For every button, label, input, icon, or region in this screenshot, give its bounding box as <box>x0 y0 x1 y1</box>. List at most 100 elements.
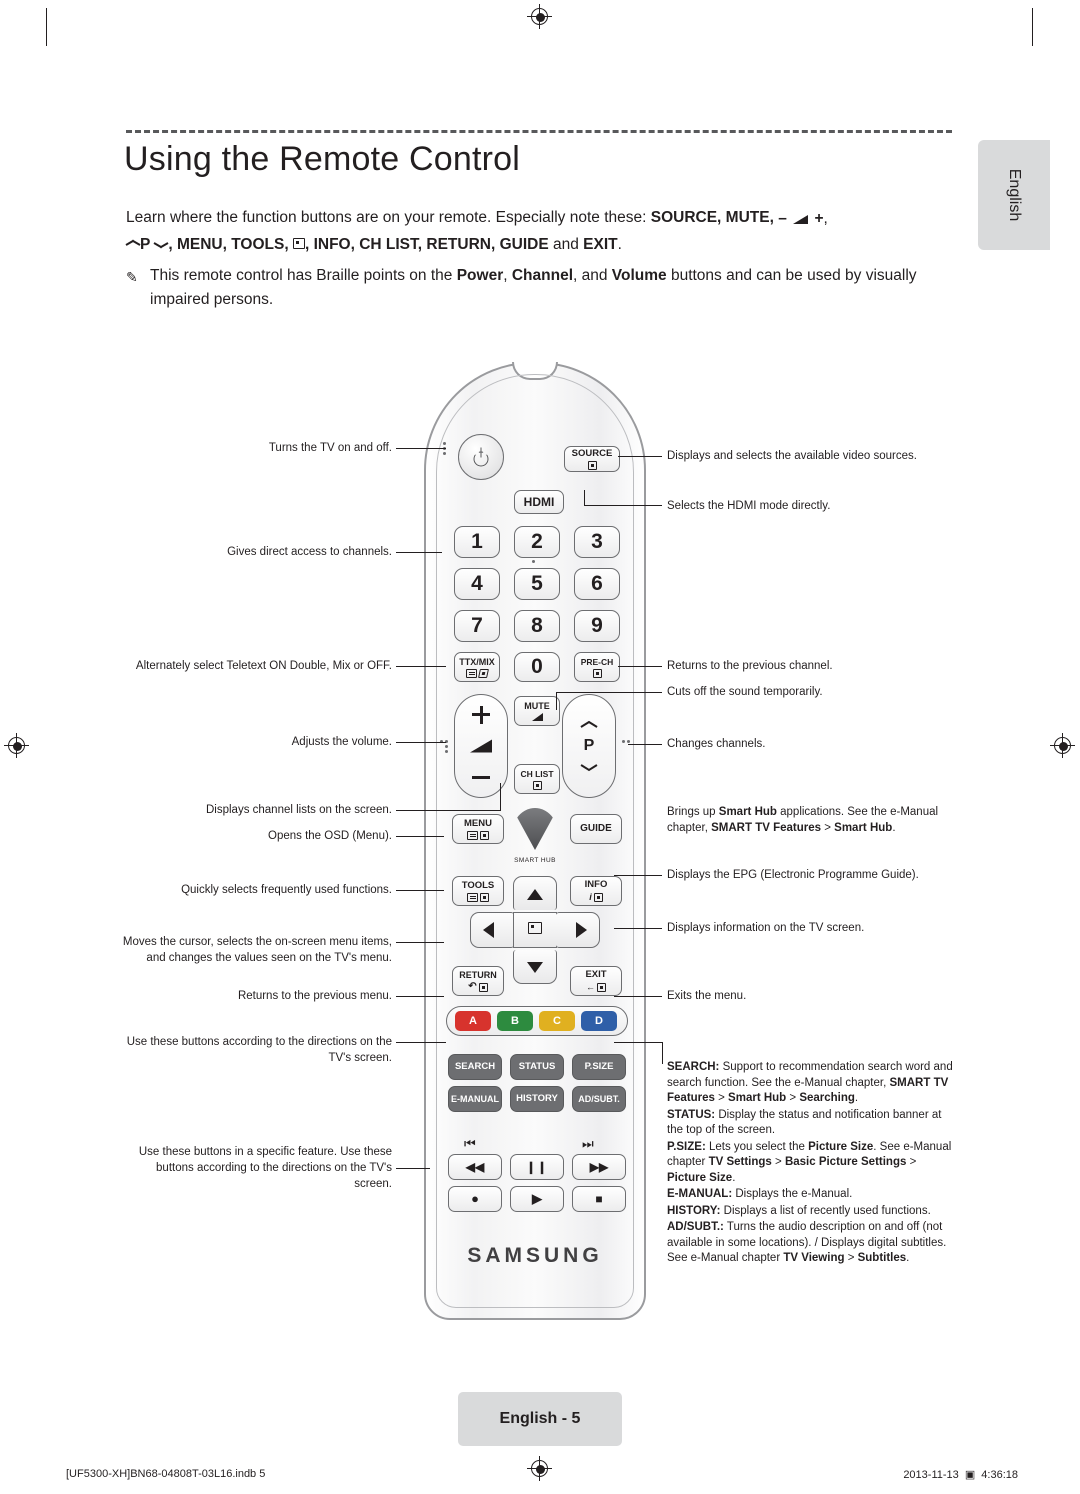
note-volume: Volume <box>611 267 667 284</box>
return-button[interactable]: RETURN ↶ <box>452 966 504 996</box>
note-power: Power <box>456 267 504 284</box>
legend-item-text: TV Viewing <box>783 1252 845 1264</box>
volume-up-icon[interactable] <box>472 705 490 724</box>
number-8-label: 8 <box>531 614 543 637</box>
intro-line-2: P , MENU, TOOLS, , INFO, CH LIST, RETURN… <box>125 232 956 258</box>
mute-label: MUTE <box>524 701 550 711</box>
number-8-button[interactable]: 8 <box>514 610 560 642</box>
hdmi-label: HDMI <box>523 495 555 509</box>
return-glyph-row: ↶ <box>468 982 488 992</box>
registration-dot <box>13 742 22 751</box>
ttx-mix-glyph-row <box>466 668 489 678</box>
channel-down-icon[interactable] <box>581 761 597 769</box>
smart-hub-button[interactable]: SMART HUB <box>512 808 558 864</box>
number-2-button[interactable]: 2 <box>514 526 560 558</box>
channel-up-icon[interactable] <box>581 723 597 731</box>
color-d-label: D <box>595 1015 603 1027</box>
fast-forward-button[interactable]: ▶▶ <box>572 1154 626 1180</box>
status-button[interactable]: STATUS <box>510 1054 564 1080</box>
color-b-button[interactable]: B <box>497 1011 533 1031</box>
legend-item: SEARCH: Support to recommendation search… <box>667 1060 957 1107</box>
guide-label: GUIDE <box>580 823 612 834</box>
callout-line-hdmi-v <box>584 490 585 506</box>
stop-button[interactable]: ■ <box>572 1186 626 1212</box>
legend-item-text: . <box>732 1171 736 1184</box>
source-button[interactable]: SOURCE <box>564 446 620 472</box>
record-button[interactable]: ● <box>448 1186 502 1212</box>
history-button[interactable]: HISTORY <box>510 1086 564 1112</box>
channel-p-label: P <box>583 737 595 754</box>
intro-paragraph: Learn where the function buttons are on … <box>125 205 956 258</box>
callout-line-numbers <box>396 552 442 553</box>
play-button[interactable]: ▶ <box>510 1186 564 1212</box>
legend-item-text: Displays a list of recently used functio… <box>720 1204 931 1217</box>
number-3-label: 3 <box>591 530 603 553</box>
callout-line-legend-v <box>662 1042 663 1064</box>
mute-button[interactable]: MUTE <box>514 696 560 726</box>
number-6-button[interactable]: 6 <box>574 568 620 600</box>
power-button[interactable] <box>458 434 504 480</box>
number-0-button[interactable]: 0 <box>514 652 560 682</box>
teletext-icon <box>466 668 477 678</box>
braille-number-5 <box>532 560 535 563</box>
dpad-up-button[interactable] <box>513 876 557 910</box>
ch-list-button[interactable]: CH LIST <box>514 764 560 794</box>
color-a-button[interactable]: A <box>455 1011 491 1031</box>
number-3-button[interactable]: 3 <box>574 526 620 558</box>
braille-dot <box>440 745 443 748</box>
channel-rocker[interactable]: P <box>562 694 616 798</box>
callout-smart-hub-a: Brings up <box>667 806 719 818</box>
ad-subt-label: AD/SUBT. <box>578 1094 620 1104</box>
volume-down-icon[interactable] <box>472 776 490 779</box>
callout-tools: Quickly selects frequently used function… <box>181 884 392 896</box>
menu-button[interactable]: MENU <box>452 814 504 844</box>
legend-item-text: Basic Picture Settings <box>784 1156 907 1168</box>
dpad-left-button[interactable] <box>470 912 514 948</box>
number-4-button[interactable]: 4 <box>454 568 500 600</box>
e-manual-button[interactable]: E-MANUAL <box>448 1086 502 1112</box>
legend-item-label: HISTORY: <box>667 1204 721 1217</box>
callout-line-tools <box>396 890 444 891</box>
hdmi-button[interactable]: HDMI <box>514 490 564 514</box>
exit-button[interactable]: EXIT ← <box>570 966 622 996</box>
rewind-button[interactable]: ◀◀ <box>448 1154 502 1180</box>
pre-ch-button[interactable]: PRE-CH <box>574 652 620 682</box>
mix-icon <box>478 668 489 678</box>
callout-line-mute-v <box>556 692 557 710</box>
p-size-label: P.SIZE <box>584 1061 614 1072</box>
color-d-button[interactable]: D <box>581 1011 617 1031</box>
number-1-button[interactable]: 1 <box>454 526 500 558</box>
braille-dot <box>443 452 446 455</box>
dpad-right-button[interactable] <box>556 912 600 948</box>
legend-item-text: Subtitles <box>857 1252 907 1264</box>
number-9-button[interactable]: 9 <box>574 610 620 642</box>
dpad-enter-button[interactable] <box>513 912 557 948</box>
legend-item-text: . <box>906 1252 910 1264</box>
legend-item-text: > <box>906 1156 917 1168</box>
callout-chlist: Displays channel lists on the screen. <box>205 804 392 816</box>
intro-bold-2: , MENU, TOOLS, <box>168 236 293 253</box>
dpad-down-button[interactable] <box>513 950 557 984</box>
return-icon-2 <box>478 982 488 992</box>
menu-glyph-row <box>467 830 489 840</box>
pause-button[interactable]: ❙❙ <box>510 1154 564 1180</box>
ttx-mix-button[interactable]: TTX/MIX <box>454 652 500 682</box>
ad-subt-button[interactable]: AD/SUBT. <box>572 1086 626 1112</box>
callout-ttxmix: Alternately select Teletext ON Double, M… <box>135 660 392 672</box>
next-chapter-icon[interactable]: ⏭ <box>582 1136 594 1152</box>
rewind-icon: ◀◀ <box>465 1160 485 1174</box>
color-c-button[interactable]: C <box>539 1011 575 1031</box>
number-5-button[interactable]: 5 <box>514 568 560 600</box>
color-button-bar: A B C D <box>446 1006 628 1036</box>
legend-item: HISTORY: Displays a list of recently use… <box>667 1204 957 1220</box>
p-size-button[interactable]: P.SIZE <box>572 1054 626 1080</box>
note-sep1: , <box>503 267 512 284</box>
legend-item-text: Lets you select the <box>705 1140 809 1153</box>
previous-chapter-icon[interactable]: ⏮ <box>464 1136 476 1152</box>
search-button[interactable]: SEARCH <box>448 1054 502 1080</box>
legend-item-label: SEARCH: <box>667 1061 720 1073</box>
number-7-button[interactable]: 7 <box>454 610 500 642</box>
registration-mark-bottom <box>527 1456 552 1481</box>
print-file-name: [UF5300-XH]BN68-04808T-03L16.indb 5 <box>66 1468 266 1480</box>
guide-button[interactable]: GUIDE <box>570 814 622 844</box>
